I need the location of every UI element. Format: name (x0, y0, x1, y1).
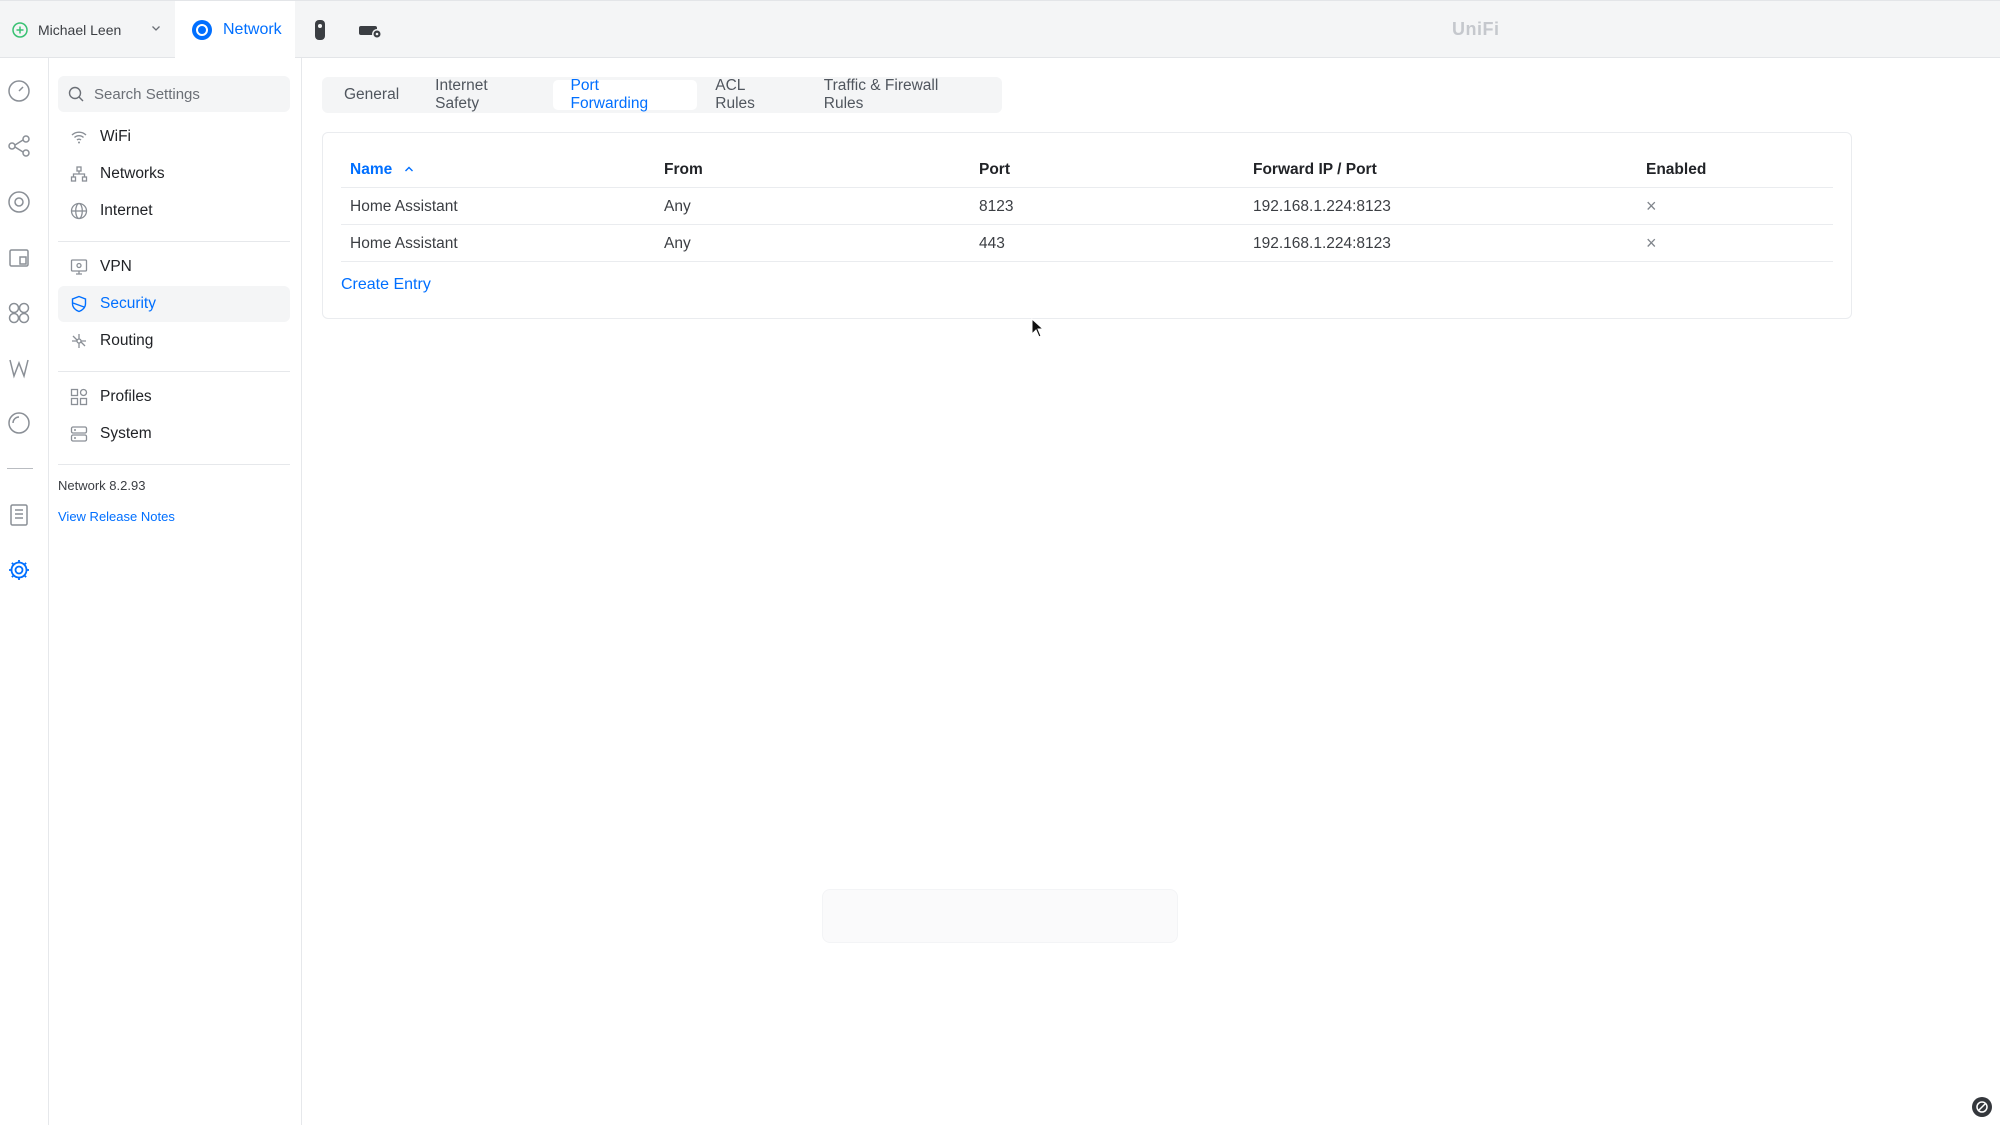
sidebar-item-routing[interactable]: Routing (58, 323, 290, 359)
table-row[interactable]: Home Assistant Any 443 192.168.1.224:812… (341, 225, 1833, 262)
tab-internet-safety[interactable]: Internet Safety (417, 77, 552, 112)
security-tabs: General Internet Safety Port Forwarding … (322, 77, 1002, 113)
column-header-name[interactable]: Name (350, 151, 415, 188)
protect-app-icon[interactable] (308, 18, 332, 42)
sidebar-divider (58, 241, 290, 242)
statistics-icon[interactable] (7, 356, 31, 380)
search-input[interactable] (94, 85, 284, 103)
port-forwarding-table: Name From Port Forward IP / Port Enabled… (341, 151, 1833, 262)
disabled-x-icon: × (1646, 196, 1657, 216)
rail-divider (7, 468, 33, 469)
cell-forward: 192.168.1.224:8123 (1253, 198, 1391, 215)
release-notes-link[interactable]: View Release Notes (58, 509, 175, 524)
column-header-enabled[interactable]: Enabled (1646, 151, 1706, 188)
sidebar-item-label: Internet (100, 202, 153, 219)
sidebar-item-label: Routing (100, 332, 154, 349)
column-header-label: Name (350, 161, 393, 178)
create-entry-button[interactable]: Create Entry (341, 276, 431, 294)
help-chat-button[interactable] (1972, 1097, 1992, 1117)
table-row[interactable]: Home Assistant Any 8123 192.168.1.224:81… (341, 188, 1833, 225)
sidebar-item-networks[interactable]: Networks (58, 156, 290, 192)
networks-icon (70, 166, 88, 182)
site-status-icon (12, 21, 28, 38)
user-name: Michael Leen (38, 21, 122, 38)
topology-icon[interactable] (7, 134, 31, 158)
chevron-down-icon[interactable] (150, 22, 162, 34)
sidebar-item-system[interactable]: System (58, 416, 290, 452)
settings-sidebar: WiFi Networks Internet VPN Securi (49, 58, 302, 1125)
table-header: Name From Port Forward IP / Port Enabled (341, 151, 1833, 188)
sidebar-divider (58, 371, 290, 372)
version-label: Network 8.2.93 (58, 478, 146, 493)
cell-port: 443 (979, 235, 1005, 252)
system-icon (70, 426, 88, 442)
device-manager-icon[interactable] (358, 18, 382, 42)
cell-forward: 192.168.1.224:8123 (1253, 235, 1391, 252)
app-navigation-rail (0, 58, 49, 1125)
port-forwarding-card: Name From Port Forward IP / Port Enabled… (322, 132, 1852, 319)
tab-acl-rules[interactable]: ACL Rules (697, 77, 805, 112)
search-icon (68, 86, 84, 102)
sidebar-item-security[interactable]: Security (58, 286, 290, 322)
globe-icon (70, 202, 88, 220)
sidebar-divider (58, 464, 290, 465)
site-switcher[interactable]: Michael Leen (0, 1, 175, 58)
insights-icon[interactable] (7, 301, 31, 325)
sidebar-item-profiles[interactable]: Profiles (58, 379, 290, 415)
clients-icon[interactable] (7, 246, 31, 270)
sidebar-item-label: Profiles (100, 388, 152, 405)
cell-from: Any (664, 235, 691, 252)
settings-gear-icon[interactable] (7, 558, 31, 582)
dashboard-icon[interactable] (7, 79, 31, 103)
disabled-x-icon: × (1646, 233, 1657, 253)
sort-ascending-icon (404, 166, 413, 172)
column-header-forward[interactable]: Forward IP / Port (1253, 151, 1377, 188)
sidebar-item-label: System (100, 425, 152, 442)
sidebar-item-wifi[interactable]: WiFi (58, 119, 290, 155)
help-icon (1976, 1101, 1988, 1113)
app-tab-network[interactable]: Network (175, 1, 295, 59)
logs-icon[interactable] (7, 503, 31, 527)
tab-general[interactable]: General (326, 80, 417, 110)
cell-name: Home Assistant (350, 235, 458, 252)
faded-toast (822, 889, 1178, 943)
mouse-cursor-icon (1031, 318, 1045, 338)
devices-icon[interactable] (7, 190, 31, 214)
vpn-icon (70, 259, 88, 275)
search-box[interactable] (58, 76, 290, 112)
routing-icon (72, 334, 86, 348)
sidebar-item-label: VPN (100, 258, 132, 275)
cell-name: Home Assistant (350, 198, 458, 215)
tab-traffic-firewall-rules[interactable]: Traffic & Firewall Rules (806, 77, 998, 112)
sidebar-item-label: WiFi (100, 128, 131, 145)
network-app-icon (192, 20, 212, 40)
cell-from: Any (664, 198, 691, 215)
profiles-icon (70, 388, 88, 406)
sidebar-item-label: Security (100, 295, 156, 312)
sidebar-item-vpn[interactable]: VPN (58, 249, 290, 285)
cell-port: 8123 (979, 198, 1014, 215)
app-tab-label: Network (223, 21, 282, 38)
column-header-port[interactable]: Port (979, 151, 1010, 188)
sidebar-item-internet[interactable]: Internet (58, 193, 290, 229)
brand-logo: UniFi (1452, 19, 1500, 39)
sidebar-item-label: Networks (100, 165, 165, 182)
top-bar: Michael Leen Network UniFi (0, 0, 2000, 59)
tab-port-forwarding[interactable]: Port Forwarding (552, 77, 698, 112)
wifi-icon (71, 131, 87, 144)
shield-icon (71, 295, 87, 313)
column-header-from[interactable]: From (664, 151, 703, 188)
alerts-icon[interactable] (7, 411, 31, 435)
